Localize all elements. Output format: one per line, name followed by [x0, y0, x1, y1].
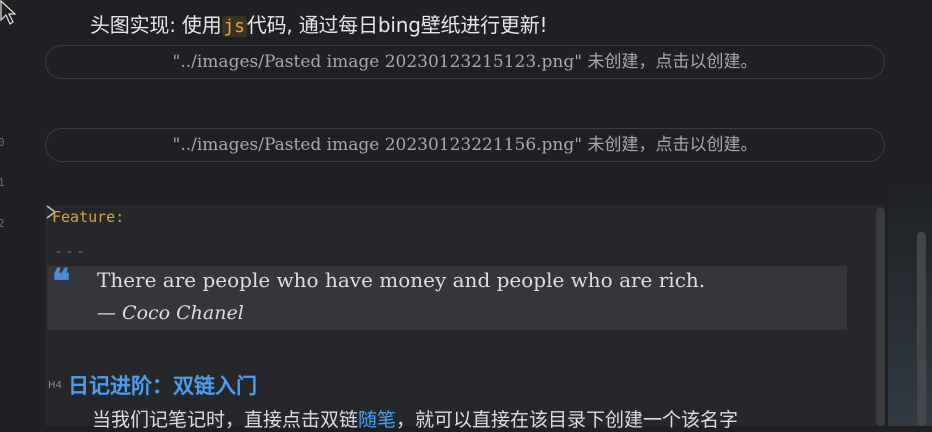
body-text: 当我们记笔记时，直接点击双链 [92, 409, 359, 431]
frontmatter-feature: Feature: [52, 208, 125, 226]
internal-link[interactable]: 随笔 [358, 409, 396, 431]
line-number-gutter: 0 1 2 [0, 0, 44, 426]
mouse-cursor-icon [0, 0, 16, 25]
section-heading: 日记进阶：双链入门 [68, 374, 257, 398]
quote-author: — Coco Chanel [97, 302, 244, 324]
heading-text: 代码, 通过每日bing壁纸进行更新! [246, 13, 548, 37]
body-text: ，就可以直接在该目录下创建一个该名字 [396, 409, 739, 431]
inline-code: js [221, 16, 247, 37]
heading-line: 头图实现: 使用 js 代码, 通过每日bing壁纸进行更新! [90, 9, 548, 38]
missing-image-embed[interactable]: "../images/Pasted image 20230123221156.p… [45, 128, 885, 162]
line-number: 1 [0, 176, 5, 189]
heading-text: 头图实现: 使用 [90, 13, 222, 37]
missing-image-embed[interactable]: "../images/Pasted image 20230123215123.p… [45, 45, 885, 79]
block-scrollbar[interactable] [876, 208, 885, 426]
body-paragraph: 当我们记笔记时，直接点击双链随笔，就可以直接在该目录下创建一个该名字 [92, 405, 738, 432]
line-number: 0 [0, 136, 5, 149]
quote-icon: ❝ [52, 262, 71, 302]
heading-level-tag: H4 [48, 380, 62, 391]
line-number: 2 [0, 217, 5, 230]
quote-text: There are people who have money and peop… [97, 268, 706, 292]
frontmatter-separator: --- [54, 242, 88, 260]
editor-scrollbar[interactable] [917, 232, 926, 426]
